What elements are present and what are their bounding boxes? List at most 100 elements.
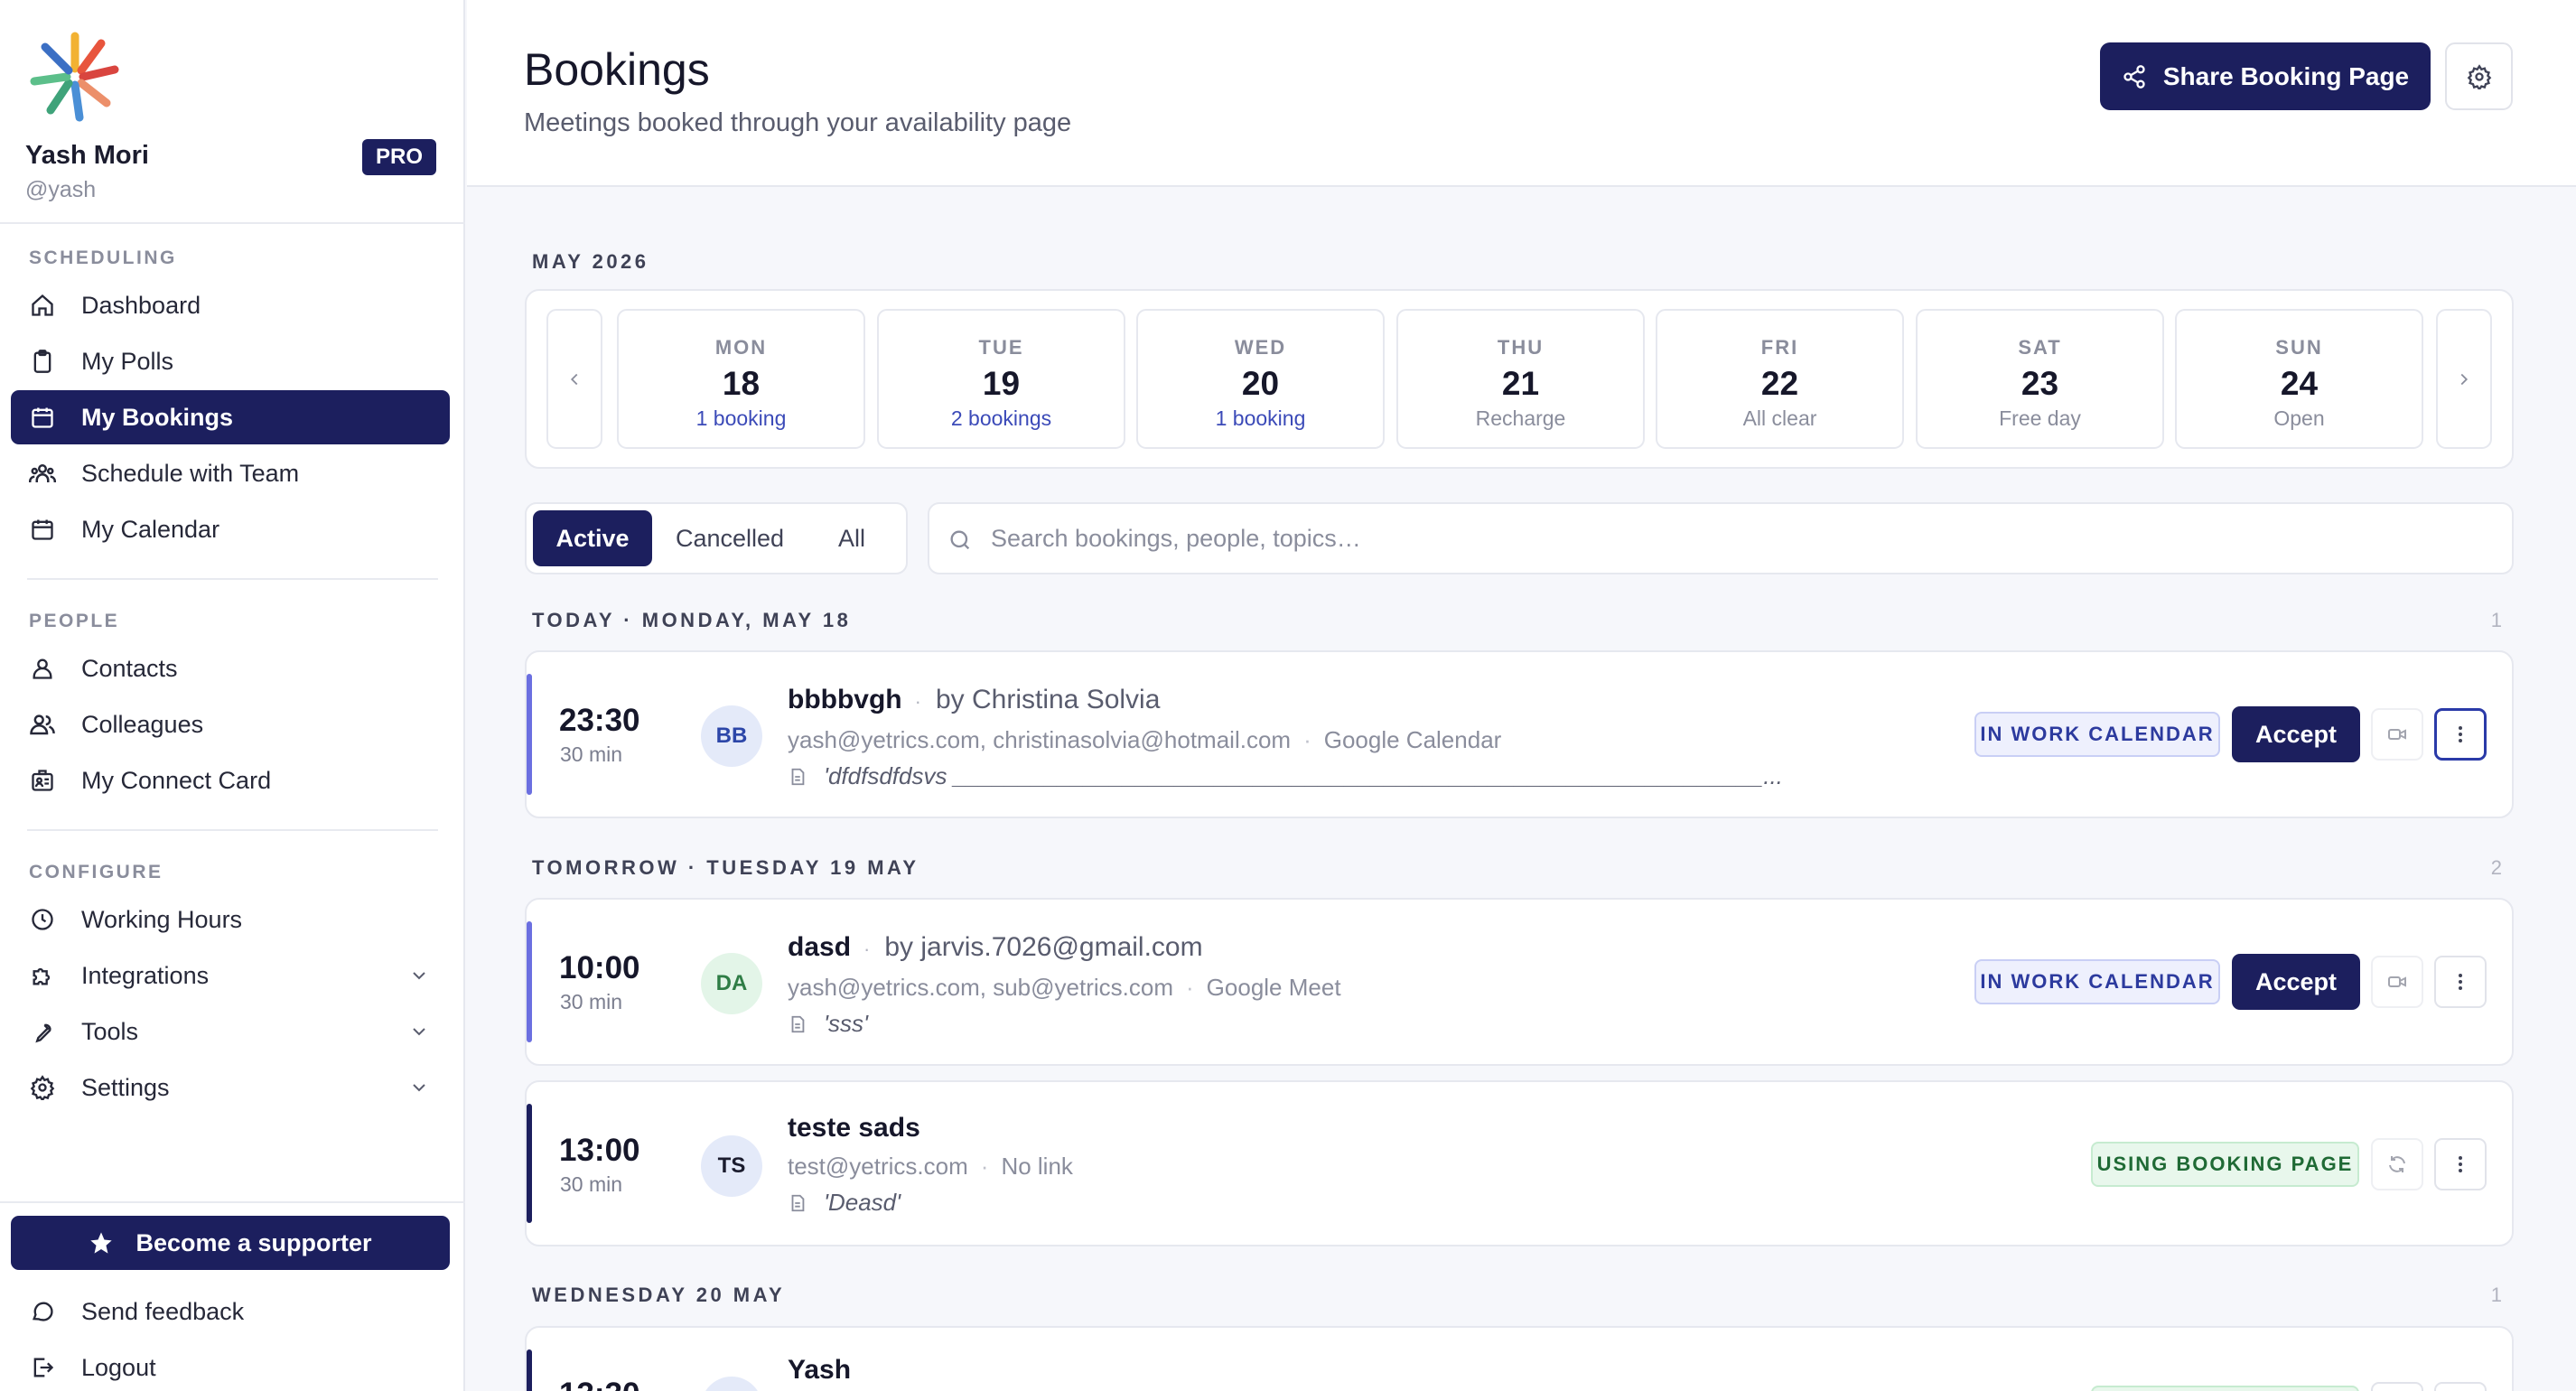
day-card-sat[interactable]: SAT 23 Free day <box>1916 309 2164 449</box>
chevron-right-icon <box>2460 373 2469 385</box>
accept-button[interactable]: Accept <box>2232 954 2360 1010</box>
section-label-configure: CONFIGURE <box>29 862 163 882</box>
next-week-button[interactable] <box>2436 309 2492 449</box>
day-note: All clear <box>1742 406 1817 430</box>
user-name: Yash Mori <box>25 141 149 170</box>
avatar <box>701 1377 762 1391</box>
more-vertical-icon <box>2459 726 2462 742</box>
tab-active[interactable]: Active <box>533 510 652 566</box>
nav-label: Tools <box>81 1017 139 1045</box>
nav-integrations[interactable]: Integrations <box>11 948 450 1003</box>
booking-note: 'Deasd' <box>788 1189 901 1217</box>
more-options-button[interactable] <box>2434 708 2487 761</box>
day-card-thu[interactable]: THU 21 Recharge <box>1396 309 1645 449</box>
day-group-heading: TODAY · MONDAY, MAY 18 <box>532 609 852 631</box>
app-logo[interactable] <box>27 29 123 125</box>
nav-my-bookings[interactable]: My Bookings <box>11 390 450 444</box>
star-icon <box>90 1232 113 1254</box>
booking-time: 10:00 <box>559 950 640 985</box>
day-card-wed[interactable]: WED 20 1 booking <box>1136 309 1385 449</box>
day-number: 20 <box>1241 365 1280 402</box>
status-stripe <box>527 921 532 1042</box>
chevron-down-icon[interactable] <box>408 965 430 986</box>
booking-card[interactable]: 13:30 Yash <box>525 1326 2514 1391</box>
day-card-mon[interactable]: MON 18 1 booking <box>617 309 865 449</box>
sync-button[interactable] <box>2371 1138 2423 1190</box>
booking-organizer: by jarvis.7026@gmail.com <box>884 932 1203 962</box>
share-booking-page-button[interactable]: Share Booking Page <box>2100 42 2431 110</box>
nav-label: Colleagues <box>81 710 204 738</box>
nav-my-calendar[interactable]: My Calendar <box>11 502 450 556</box>
more-options-button[interactable] <box>2434 956 2487 1008</box>
person-icon <box>27 653 58 684</box>
video-call-button[interactable] <box>2371 708 2423 761</box>
booking-card[interactable]: 23:30 30 min BB bbbbvgh · by Christina Sol… <box>525 650 2514 818</box>
day-name: FRI <box>1760 336 1799 359</box>
day-card-fri[interactable]: FRI 22 All clear <box>1656 309 1904 449</box>
more-options-button[interactable] <box>2434 1382 2487 1391</box>
video-call-button[interactable] <box>2371 956 2423 1008</box>
id-card-icon <box>27 765 58 796</box>
nav-label: Schedule with Team <box>81 459 300 487</box>
booking-card[interactable]: 10:00 30 min DA dasd · by jarvis.7026@gmai… <box>525 898 2514 1066</box>
avatar: BB <box>701 705 762 767</box>
nav-send-feedback[interactable]: Send feedback <box>11 1284 450 1339</box>
accept-button[interactable]: Accept <box>2232 706 2360 762</box>
day-group-count: 1 <box>2490 1284 2502 1306</box>
become-supporter-button[interactable]: Become a supporter <box>11 1216 450 1270</box>
booking-note: 'sss' <box>788 1010 868 1038</box>
day-note: 2 bookings <box>950 406 1052 430</box>
clock-icon <box>27 904 58 935</box>
booking-note-text: 'sss' <box>824 1010 868 1037</box>
day-number: 24 <box>2280 365 2319 402</box>
nav-label: Contacts <box>81 654 178 682</box>
status-stripe <box>527 1349 532 1391</box>
tab-all[interactable]: All <box>807 510 897 566</box>
nav-label: Logout <box>81 1353 156 1381</box>
page-title: Bookings <box>524 44 710 95</box>
nav-my-polls[interactable]: My Polls <box>11 334 450 388</box>
nav-schedule-with-team[interactable]: Schedule with Team <box>11 446 450 500</box>
day-card-tue[interactable]: TUE 19 2 bookings <box>877 309 1125 449</box>
nav-dashboard[interactable]: Dashboard <box>11 278 450 332</box>
prev-week-button[interactable] <box>546 309 602 449</box>
nav-label: My Bookings <box>81 403 234 431</box>
note-icon <box>791 1194 805 1211</box>
booking-location: Google Meet <box>1206 974 1341 1001</box>
nav-working-hours[interactable]: Working Hours <box>11 892 450 947</box>
search-input[interactable] <box>991 517 2472 560</box>
nav-colleagues[interactable]: Colleagues <box>11 697 450 752</box>
user-handle: @yash <box>25 177 97 202</box>
avatar: DA <box>701 953 762 1014</box>
team-icon <box>27 458 58 489</box>
chevron-down-icon[interactable] <box>408 1021 430 1042</box>
day-card-sun[interactable]: SUN 24 Open <box>2175 309 2423 449</box>
day-name: MON <box>714 336 768 359</box>
booking-time: 23:30 <box>559 703 640 738</box>
booking-title-text: dasd <box>788 932 852 962</box>
booking-card[interactable]: 13:00 30 min TS teste sads test@yetrics.… <box>525 1080 2514 1246</box>
more-options-button[interactable] <box>2434 1138 2487 1190</box>
nav-label: Working Hours <box>81 905 243 933</box>
booking-meta: yash@yetrics.com, sub@yetrics.com · Google… <box>788 974 1341 1002</box>
booking-duration: 30 min <box>560 742 623 766</box>
nav-tools[interactable]: Tools <box>11 1004 450 1059</box>
settings-button[interactable] <box>2445 42 2513 110</box>
section-label-scheduling: SCHEDULING <box>29 247 177 268</box>
nav-my-connect-card[interactable]: My Connect Card <box>11 753 450 808</box>
tab-cancelled[interactable]: Cancelled <box>658 510 802 566</box>
chevron-down-icon[interactable] <box>408 1077 430 1098</box>
nav-settings[interactable]: Settings <box>11 1060 450 1115</box>
puzzle-icon <box>27 960 58 991</box>
nav-contacts[interactable]: Contacts <box>11 641 450 696</box>
day-group-count: 2 <box>2490 856 2502 879</box>
day-note: 1 booking <box>695 406 787 430</box>
search-box <box>928 502 2514 574</box>
booking-meta: yash@yetrics.com, christinasolvia@hotmai… <box>788 726 1501 754</box>
status-badge: IN WORK CALENDAR <box>1974 712 2220 757</box>
filter-tabs: Active Cancelled All <box>525 502 908 574</box>
day-note: Free day <box>1999 406 2081 430</box>
sync-button[interactable] <box>2371 1382 2423 1391</box>
gear-icon <box>2467 63 2491 89</box>
nav-logout[interactable]: Logout <box>11 1340 450 1391</box>
